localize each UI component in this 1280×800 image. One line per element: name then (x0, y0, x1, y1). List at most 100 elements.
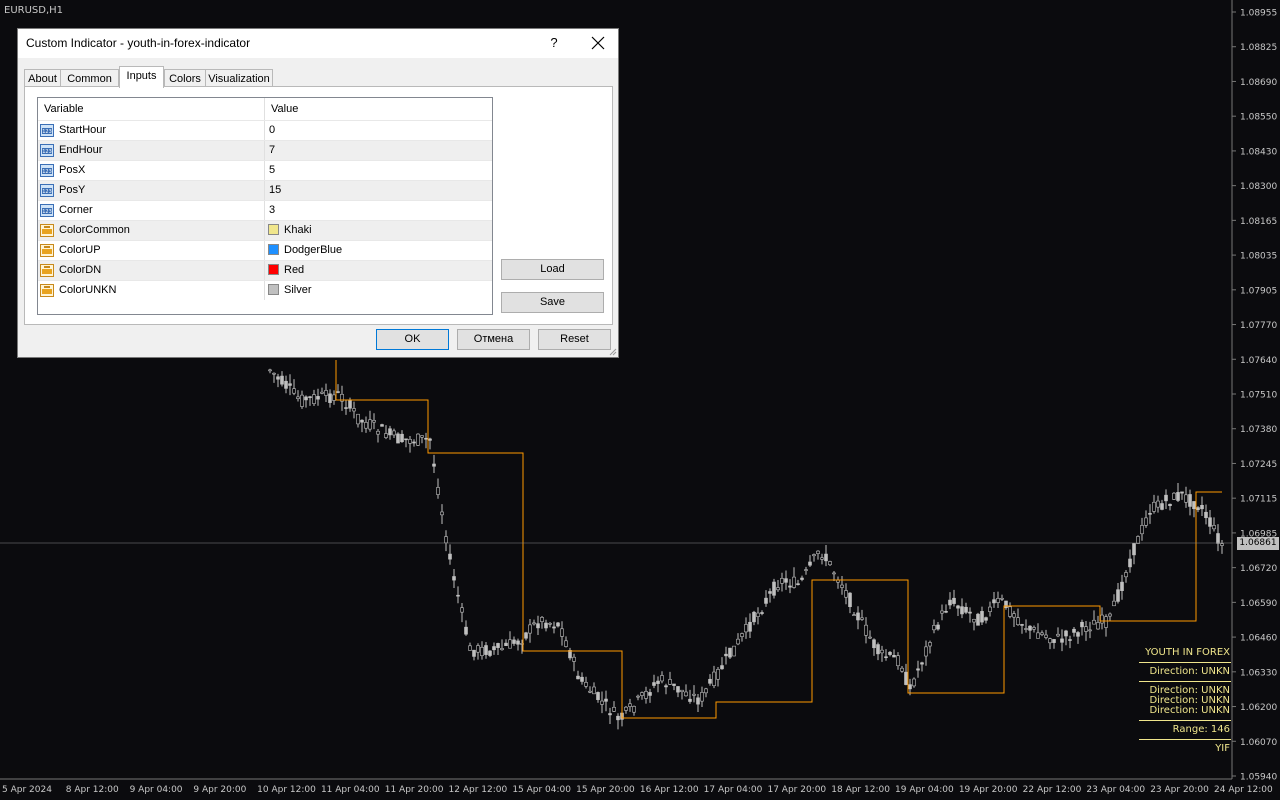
time-axis-label: 15 Apr 20:00 (576, 785, 635, 795)
candle-body (624, 706, 628, 711)
candle-body (364, 422, 368, 429)
candle-body (508, 639, 512, 649)
tab-common[interactable]: Common (60, 69, 119, 87)
candle-body (668, 679, 672, 685)
input-row-corner[interactable]: 123 Corner 3 (38, 200, 492, 220)
input-row-posy[interactable]: 123 PosY 15 (38, 180, 492, 200)
candle-body (1200, 505, 1204, 510)
candle-body (704, 688, 708, 694)
help-button[interactable]: ? (542, 32, 566, 54)
candle-body (280, 375, 284, 385)
candle-body (728, 647, 732, 658)
candle-body (1004, 600, 1008, 608)
custom-indicator-dialog: Custom Indicator - youth-in-forex-indica… (17, 28, 619, 358)
candle-body (404, 438, 408, 441)
input-row-colorunkn[interactable]: ColorUNKN Silver (38, 280, 492, 300)
close-button[interactable] (584, 32, 612, 54)
tab-about[interactable]: About (24, 69, 61, 87)
candle-body (848, 592, 852, 608)
input-value[interactable]: 3 (269, 204, 275, 216)
candle-body (548, 622, 552, 625)
save-button[interactable]: Save (501, 292, 604, 313)
candle-body (684, 691, 688, 697)
input-row-endhour[interactable]: 123 EndHour 7 (38, 140, 492, 160)
column-divider[interactable] (264, 98, 265, 120)
direction-row: Direction: UNKN (1149, 705, 1230, 716)
price-axis-label: 1.06720 (1240, 564, 1277, 574)
time-axis-label: 22 Apr 12:00 (1023, 785, 1082, 795)
candle-body (884, 656, 888, 659)
candle-body (396, 433, 400, 444)
candle-body (292, 388, 296, 394)
input-row-colordn[interactable]: ColorDN Red (38, 260, 492, 280)
candle-body (948, 599, 952, 606)
candle-body (1048, 638, 1052, 644)
candle-body (676, 686, 680, 693)
price-axis-label: 1.06330 (1240, 668, 1277, 678)
resize-grip-icon[interactable] (609, 348, 617, 356)
input-value[interactable]: 5 (269, 164, 275, 176)
candle-body (808, 561, 812, 566)
candle-body (304, 396, 308, 401)
candle-body (496, 643, 500, 648)
input-value[interactable]: 7 (269, 144, 275, 156)
input-row-colorcommon[interactable]: ColorCommon Khaki (38, 220, 492, 240)
variable-column-header[interactable]: Variable (44, 103, 84, 115)
candle-body (672, 683, 676, 686)
candle-body (296, 396, 300, 400)
candle-body (1060, 638, 1064, 643)
candle-body (828, 561, 832, 566)
candle-body (860, 617, 864, 620)
input-value[interactable]: 0 (269, 124, 275, 136)
cancel-button[interactable]: Отмена (457, 329, 530, 350)
tab-colors[interactable]: Colors (164, 69, 206, 87)
candle-body (784, 578, 788, 583)
candle-body (1148, 513, 1152, 515)
candle-body (920, 662, 924, 665)
reset-button[interactable]: Reset (538, 329, 611, 350)
ok-button[interactable]: OK (376, 329, 449, 350)
input-value[interactable]: Silver (284, 284, 312, 296)
candle-body (764, 597, 768, 604)
candle-body (540, 617, 544, 622)
time-axis-label: 19 Apr 04:00 (895, 785, 954, 795)
candle-body (500, 648, 504, 651)
candle-body (320, 391, 324, 394)
color-swatch (268, 264, 279, 275)
input-value[interactable]: 15 (269, 184, 281, 196)
candle-body (1040, 632, 1044, 635)
price-axis-label: 1.06460 (1240, 634, 1277, 644)
dialog-titlebar[interactable]: Custom Indicator - youth-in-forex-indica… (18, 29, 618, 58)
candle-body (564, 640, 568, 647)
candle-body (772, 581, 776, 596)
input-row-posx[interactable]: 123 PosX 5 (38, 160, 492, 180)
column-divider (264, 141, 265, 160)
candle-body (356, 413, 360, 425)
candle-body (652, 682, 656, 686)
candle-body (752, 611, 756, 623)
load-button[interactable]: Load (501, 259, 604, 280)
candle-body (324, 390, 328, 396)
candle-body (632, 706, 636, 713)
price-axis-label: 1.05940 (1240, 773, 1277, 783)
current-price-tag: 1.06861 (1237, 537, 1279, 550)
input-row-colorup[interactable]: ColorUP DodgerBlue (38, 240, 492, 260)
candle-body (964, 606, 968, 613)
candle-body (780, 578, 784, 584)
value-column-header[interactable]: Value (271, 103, 298, 115)
candle-body (800, 577, 804, 580)
input-value[interactable]: Red (284, 264, 304, 276)
candle-body (936, 624, 940, 630)
candle-body (588, 690, 592, 693)
candle-body (928, 642, 932, 647)
tab-visualization[interactable]: Visualization (205, 69, 273, 87)
input-row-starthour[interactable]: 123 StartHour 0 (38, 120, 492, 140)
indicator-level-line (335, 360, 1222, 719)
column-divider (264, 201, 265, 220)
column-divider (264, 241, 265, 260)
tab-inputs[interactable]: Inputs (119, 66, 164, 88)
input-value[interactable]: DodgerBlue (284, 244, 342, 256)
time-axis-label: 11 Apr 04:00 (321, 785, 380, 795)
candle-body (276, 376, 280, 380)
input-value[interactable]: Khaki (284, 224, 312, 236)
